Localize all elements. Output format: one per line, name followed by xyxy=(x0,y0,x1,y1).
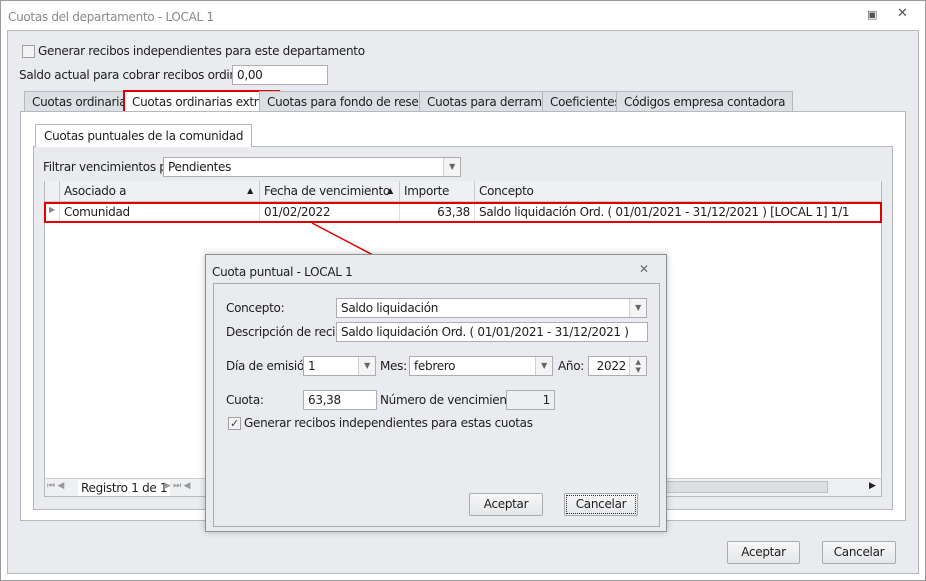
dialog-cancel-button[interactable]: Cancelar xyxy=(564,493,638,516)
chevron-down-icon[interactable]: ▼ xyxy=(629,299,646,317)
concepto-value: Saldo liquidación xyxy=(341,301,439,315)
dialog-title: Cuota puntual - LOCAL 1 xyxy=(212,265,353,279)
chevron-down-icon[interactable]: ▼ xyxy=(358,357,375,375)
dia-select[interactable]: 1 ▼ xyxy=(303,356,376,376)
num-vencimientos-value: 1 xyxy=(506,390,555,410)
dia-value: 1 xyxy=(308,359,316,373)
cuota-input[interactable]: 63,38 xyxy=(303,390,377,410)
anio-spinner[interactable]: 2022 ▲ ▼ xyxy=(588,356,647,376)
spin-icon[interactable]: ▲ ▼ xyxy=(629,357,646,375)
chevron-down-icon[interactable]: ▼ xyxy=(535,357,552,375)
generar-cuotas-label: Generar recibos independientes para esta… xyxy=(244,416,533,430)
descripcion-label: Descripción de recibo: xyxy=(226,325,354,339)
mes-label: Mes: xyxy=(380,359,407,373)
mes-value: febrero xyxy=(414,359,456,373)
cuota-label: Cuota: xyxy=(226,393,264,407)
dia-label: Día de emisión: xyxy=(226,359,316,373)
descripcion-input[interactable]: Saldo liquidación Ord. ( 01/01/2021 - 31… xyxy=(336,322,648,342)
anio-value: 2022 xyxy=(596,359,627,373)
dialog-close-icon[interactable]: ✕ xyxy=(639,262,649,276)
cuota-puntual-dialog: Cuota puntual - LOCAL 1 ✕ Concepto: Sald… xyxy=(205,254,667,532)
mes-select[interactable]: febrero ▼ xyxy=(409,356,553,376)
concepto-label: Concepto: xyxy=(226,301,285,315)
anio-label: Año: xyxy=(558,359,584,373)
generar-cuotas-checkbox[interactable]: ✓ xyxy=(228,417,241,430)
concepto-select[interactable]: Saldo liquidación ▼ xyxy=(336,298,647,318)
dialog-accept-button[interactable]: Aceptar xyxy=(469,493,543,516)
